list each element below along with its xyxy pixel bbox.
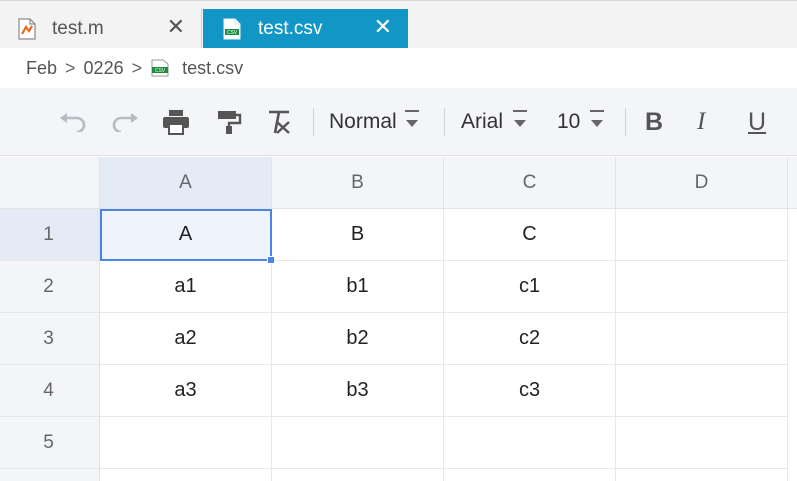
cell-c4[interactable]: c3 <box>444 365 616 417</box>
cell-c5[interactable] <box>444 417 616 469</box>
csv-file-icon: CSV <box>223 18 241 40</box>
formatting-toolbar: Normal Arial 10 B I U <box>0 88 797 156</box>
cell-b2[interactable]: b1 <box>272 261 444 313</box>
cell-partial-row <box>272 469 444 481</box>
column-header-a[interactable]: A <box>100 157 272 209</box>
tab-test-m[interactable]: test.m ✕ <box>0 9 202 49</box>
cell-b4[interactable]: b3 <box>272 365 444 417</box>
font-size-dropdown[interactable]: 10 <box>557 108 605 136</box>
tab-label: test.m <box>52 18 104 39</box>
chevron-down-icon <box>513 110 528 134</box>
cell-d2[interactable] <box>616 261 788 313</box>
breadcrumb-item-feb[interactable]: Feb <box>26 58 57 79</box>
tab-test-csv[interactable]: CSV test.csv ✕ <box>203 9 408 49</box>
undo-icon[interactable] <box>58 108 88 136</box>
format-painter-icon[interactable] <box>214 108 244 136</box>
cell-c2[interactable]: c1 <box>444 261 616 313</box>
cell-a4[interactable]: a3 <box>100 365 272 417</box>
toolbar-divider <box>444 108 445 136</box>
font-family-dropdown[interactable]: Arial <box>461 108 528 136</box>
cell-a5[interactable] <box>100 417 272 469</box>
column-header-c[interactable]: C <box>444 157 616 209</box>
cell-d4[interactable] <box>616 365 788 417</box>
cell-b3[interactable]: b2 <box>272 313 444 365</box>
spreadsheet-grid: A B C D 1 2 3 4 5 A B C a1 b1 c1 a2 b2 c… <box>0 157 797 481</box>
cell-c1[interactable]: C <box>444 209 616 261</box>
clear-format-icon[interactable] <box>263 108 295 136</box>
svg-text:CSV: CSV <box>227 30 238 36</box>
fill-handle[interactable] <box>267 256 275 264</box>
matlab-file-icon <box>18 18 36 40</box>
editor-tab-strip: test.m ✕ CSV test.csv ✕ <box>0 0 797 49</box>
chevron-down-icon <box>590 110 605 134</box>
redo-icon[interactable] <box>110 108 140 136</box>
cell-a3[interactable]: a2 <box>100 313 272 365</box>
bold-button[interactable]: B <box>645 108 663 138</box>
chevron-down-icon <box>404 110 419 134</box>
row-header-3[interactable]: 3 <box>0 313 100 365</box>
close-icon[interactable]: ✕ <box>374 15 392 39</box>
cell-c3[interactable]: c2 <box>444 313 616 365</box>
print-icon[interactable] <box>160 108 192 136</box>
breadcrumb-separator: > <box>131 57 143 78</box>
cell-a2[interactable]: a1 <box>100 261 272 313</box>
font-family-value: Arial <box>461 110 504 133</box>
column-header-d[interactable]: D <box>616 157 788 209</box>
cell-partial-row <box>616 469 788 481</box>
row-header-4[interactable]: 4 <box>0 365 100 417</box>
cell-b5[interactable] <box>272 417 444 469</box>
breadcrumb: Feb > 0226 > CSV test.csv <box>0 48 797 88</box>
cell-d3[interactable] <box>616 313 788 365</box>
column-header-b[interactable]: B <box>272 157 444 209</box>
font-size-value: 10 <box>557 110 581 133</box>
select-all-corner[interactable] <box>0 157 100 209</box>
tab-label: test.csv <box>258 18 323 39</box>
cell-partial-row <box>444 469 616 481</box>
cell-d5[interactable] <box>616 417 788 469</box>
row-header-5[interactable]: 5 <box>0 417 100 469</box>
cell-b1[interactable]: B <box>272 209 444 261</box>
style-dropdown[interactable]: Normal <box>329 108 419 136</box>
breadcrumb-item-file[interactable]: test.csv <box>182 58 243 79</box>
row-header-partial <box>0 469 100 481</box>
svg-text:CSV: CSV <box>155 68 166 74</box>
breadcrumb-item-0226[interactable]: 0226 <box>84 58 124 79</box>
row-header-1[interactable]: 1 <box>0 209 100 261</box>
toolbar-divider <box>625 108 626 136</box>
cell-d1[interactable] <box>616 209 788 261</box>
italic-button[interactable]: I <box>697 108 705 138</box>
column-header-partial <box>788 157 797 209</box>
close-icon[interactable]: ✕ <box>167 15 185 39</box>
row-header-2[interactable]: 2 <box>0 261 100 313</box>
style-dropdown-value: Normal <box>329 110 397 133</box>
cell-a1[interactable]: A <box>100 209 272 261</box>
csv-file-icon: CSV <box>150 59 170 77</box>
cell-partial-row <box>100 469 272 481</box>
toolbar-divider <box>313 108 314 136</box>
underline-button[interactable]: U <box>748 108 766 138</box>
breadcrumb-separator: > <box>65 57 76 78</box>
